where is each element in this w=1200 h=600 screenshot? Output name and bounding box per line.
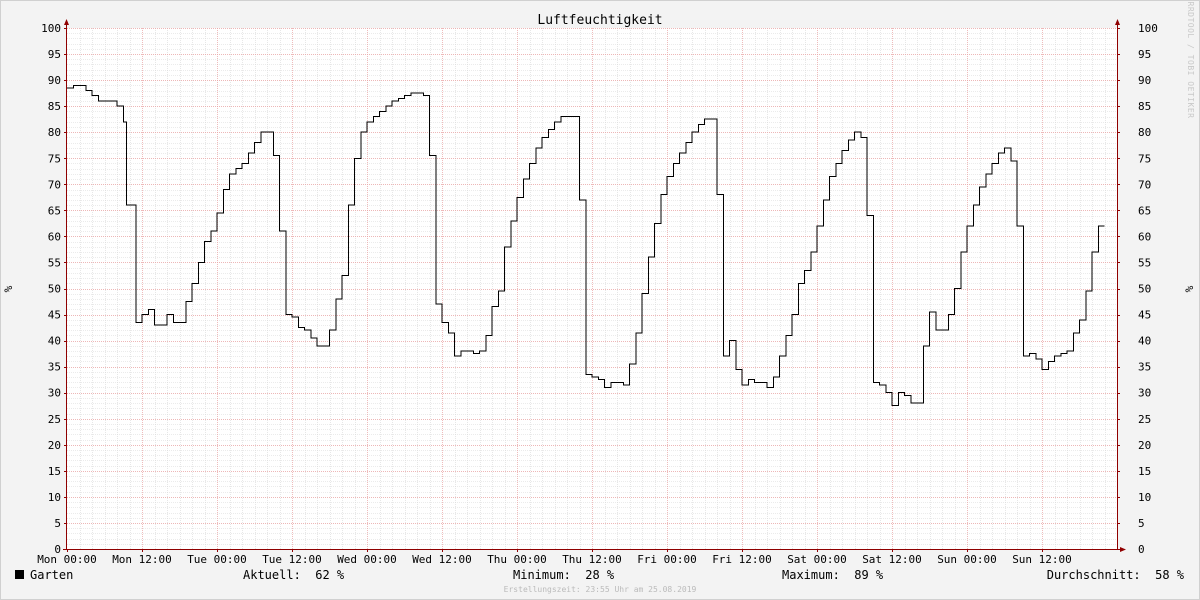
humidity-chart: 0 5 10 15 20 25 30 35 40 45 50 55 60 65 70 75 80 85 90 95 10… bbox=[0, 0, 1200, 600]
y-tick-label: 30 bbox=[1138, 387, 1151, 400]
y-tick-label: 5 bbox=[1138, 517, 1145, 530]
y-tick-label: 55 bbox=[1138, 256, 1151, 269]
y-tick-label: 40 bbox=[1138, 335, 1151, 348]
legend-aktuell: Aktuell: 62 % bbox=[243, 568, 345, 582]
y-axis-label-right: % bbox=[1183, 285, 1196, 292]
y-tick-label: 60 bbox=[48, 230, 61, 243]
y-tick-label: 55 bbox=[48, 256, 61, 269]
y-tick-label: 10 bbox=[1138, 491, 1151, 504]
y-tick-label: 95 bbox=[1138, 48, 1151, 61]
footer-timestamp: Erstellungszeit: 23:55 Uhr am 25.08.2019 bbox=[504, 585, 697, 594]
y-tick-label: 75 bbox=[1138, 152, 1151, 165]
y-tick-label: 65 bbox=[1138, 204, 1151, 217]
y-tick-label: 0 bbox=[1138, 543, 1145, 556]
y-tick-label: 15 bbox=[1138, 465, 1151, 478]
y-tick-label: 30 bbox=[48, 387, 61, 400]
y-tick-label: 90 bbox=[48, 74, 61, 87]
watermark: RRDTOOL / TOBI OETIKER bbox=[1186, 2, 1195, 119]
chart-title: Luftfeuchtigkeit bbox=[537, 13, 662, 28]
legend-swatch bbox=[15, 570, 24, 579]
x-tick-label: Mon 00:00 bbox=[37, 553, 97, 566]
y-tick-label: 25 bbox=[1138, 413, 1151, 426]
x-tick-label: Sun 12:00 bbox=[1012, 553, 1072, 566]
y-tick-label: 85 bbox=[1138, 100, 1151, 113]
x-tick-label: Fri 12:00 bbox=[712, 553, 772, 566]
y-tick-label: 25 bbox=[48, 413, 61, 426]
x-tick-label: Sat 12:00 bbox=[862, 553, 922, 566]
x-tick-label: Tue 00:00 bbox=[187, 553, 247, 566]
x-tick-label: Mon 12:00 bbox=[112, 553, 172, 566]
y-tick-label: 90 bbox=[1138, 74, 1151, 87]
y-tick-label: 35 bbox=[48, 361, 61, 374]
y-tick-label: 100 bbox=[1138, 22, 1158, 35]
y-tick-label: 50 bbox=[1138, 283, 1151, 296]
y-tick-label: 95 bbox=[48, 48, 61, 61]
y-tick-label: 80 bbox=[48, 126, 61, 139]
legend-minimum: Minimum: 28 % bbox=[513, 568, 615, 582]
y-tick-label: 40 bbox=[48, 335, 61, 348]
y-tick-label: 45 bbox=[48, 309, 61, 322]
legend-durchschnitt: Durchschnitt: 58 % bbox=[1047, 568, 1185, 582]
y-tick-label: 10 bbox=[48, 491, 61, 504]
y-axis-label-left: % bbox=[2, 285, 15, 292]
x-tick-label: Thu 12:00 bbox=[562, 553, 622, 566]
x-tick-label: Thu 00:00 bbox=[487, 553, 547, 566]
y-tick-label: 80 bbox=[1138, 126, 1151, 139]
y-tick-label: 5 bbox=[54, 517, 61, 530]
legend-series-name: Garten bbox=[30, 568, 73, 582]
y-tick-label: 100 bbox=[41, 22, 61, 35]
x-tick-label: Sat 00:00 bbox=[787, 553, 847, 566]
y-tick-label: 15 bbox=[48, 465, 61, 478]
y-tick-label: 75 bbox=[48, 152, 61, 165]
x-tick-label: Wed 12:00 bbox=[412, 553, 472, 566]
y-tick-label: 70 bbox=[1138, 178, 1151, 191]
y-tick-label: 20 bbox=[1138, 439, 1151, 452]
y-tick-label: 35 bbox=[1138, 361, 1151, 374]
x-tick-label: Wed 00:00 bbox=[337, 553, 397, 566]
y-tick-label: 65 bbox=[48, 204, 61, 217]
y-tick-label: 50 bbox=[48, 283, 61, 296]
x-tick-label: Sun 00:00 bbox=[937, 553, 997, 566]
y-tick-label: 70 bbox=[48, 178, 61, 191]
y-tick-label: 60 bbox=[1138, 230, 1151, 243]
y-tick-label: 85 bbox=[48, 100, 61, 113]
legend-maximum: Maximum: 89 % bbox=[782, 568, 884, 582]
y-tick-label: 45 bbox=[1138, 309, 1151, 322]
x-tick-label: Fri 00:00 bbox=[637, 553, 697, 566]
y-tick-label: 20 bbox=[48, 439, 61, 452]
x-tick-label: Tue 12:00 bbox=[262, 553, 322, 566]
